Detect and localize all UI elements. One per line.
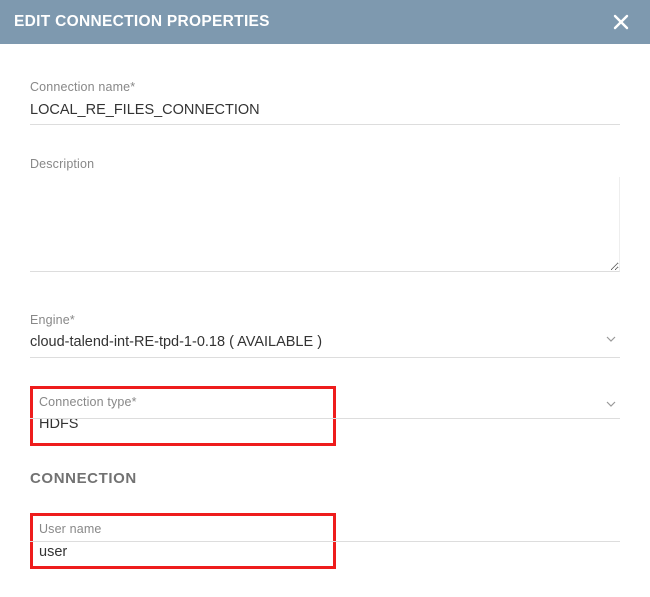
connection-type-label: Connection type* [39,395,327,409]
connection-name-label: Connection name* [30,80,620,94]
connection-type-group: Connection type* HDFS [39,395,327,439]
connection-section-heading: CONNECTION [30,470,620,487]
modal-body: Connection name* Description Engine* clo… [0,44,650,569]
description-textarea[interactable] [30,177,620,272]
chevron-down-icon [606,394,616,412]
connection-name-group: Connection name* [30,80,620,125]
engine-value: cloud-talend-int-RE-tpd-1-0.18 ( AVAILAB… [30,334,322,350]
connection-name-input[interactable] [30,100,620,125]
engine-label: Engine* [30,313,620,327]
engine-select[interactable]: cloud-talend-int-RE-tpd-1-0.18 ( AVAILAB… [30,333,620,358]
description-label: Description [30,157,620,171]
description-group: Description [30,157,620,277]
close-button[interactable] [608,9,634,35]
user-name-group: User name [39,522,327,562]
modal-title: EDIT CONNECTION PROPERTIES [14,13,270,31]
user-name-input[interactable] [39,542,327,562]
connection-type-highlight: Connection type* HDFS [30,386,336,446]
modal-header: EDIT CONNECTION PROPERTIES [0,0,650,44]
engine-group: Engine* cloud-talend-int-RE-tpd-1-0.18 (… [30,313,620,358]
chevron-down-icon [606,329,616,347]
user-name-label: User name [39,522,327,536]
close-icon [612,13,630,31]
